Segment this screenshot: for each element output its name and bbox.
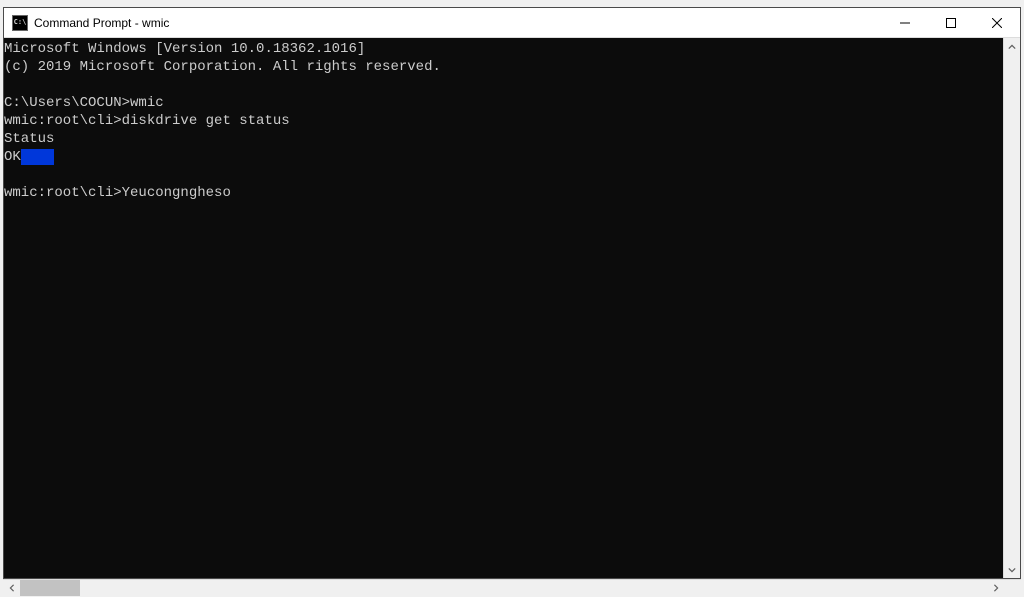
prompt-command: wmic: [130, 95, 164, 111]
command-prompt-window: C:\ Command Prompt - wmic Microsoft Wind…: [3, 7, 1021, 579]
output-value: OK: [4, 149, 21, 165]
prompt-prefix: wmic:root\cli>: [4, 185, 122, 201]
terminal-output[interactable]: Microsoft Windows [Version 10.0.18362.10…: [4, 38, 1003, 578]
scroll-right-button[interactable]: [987, 580, 1004, 596]
prompt-line-1: C:\Users\COCUN>wmic: [4, 95, 164, 111]
maximize-button[interactable]: [928, 8, 974, 37]
cmd-icon: C:\: [12, 15, 28, 31]
window-title: Command Prompt - wmic: [34, 16, 882, 30]
version-line: Microsoft Windows [Version 10.0.18362.10…: [4, 41, 365, 57]
prompt-line-2: wmic:root\cli>diskdrive get status: [4, 113, 290, 129]
output-row: OK: [4, 149, 54, 165]
horizontal-scroll-thumb[interactable]: [20, 580, 80, 596]
maximize-icon: [946, 18, 956, 28]
scrollbar-corner: [1004, 580, 1021, 596]
scroll-up-button[interactable]: [1004, 38, 1020, 55]
horizontal-scrollbar[interactable]: [3, 579, 1021, 596]
minimize-icon: [900, 18, 910, 28]
cmd-icon-label: C:\: [14, 19, 27, 26]
minimize-button[interactable]: [882, 8, 928, 37]
horizontal-scroll-track[interactable]: [20, 580, 987, 596]
prompt-line-3: wmic:root\cli>Yeucongngheso: [4, 185, 231, 201]
chevron-left-icon: [8, 584, 16, 592]
titlebar[interactable]: C:\ Command Prompt - wmic: [4, 8, 1020, 38]
terminal-area: Microsoft Windows [Version 10.0.18362.10…: [4, 38, 1020, 578]
vertical-scroll-track[interactable]: [1004, 55, 1020, 561]
chevron-down-icon: [1008, 566, 1016, 574]
output-header: Status: [4, 131, 54, 147]
selection-highlight: [21, 149, 55, 165]
window-controls: [882, 8, 1020, 37]
prompt-prefix: wmic:root\cli>: [4, 113, 122, 129]
scroll-down-button[interactable]: [1004, 561, 1020, 578]
prompt-command: diskdrive get status: [122, 113, 290, 129]
prompt-prefix: C:\Users\COCUN>: [4, 95, 130, 111]
close-button[interactable]: [974, 8, 1020, 37]
scroll-left-button[interactable]: [3, 580, 20, 596]
chevron-right-icon: [992, 584, 1000, 592]
chevron-up-icon: [1008, 43, 1016, 51]
vertical-scrollbar[interactable]: [1003, 38, 1020, 578]
close-icon: [992, 18, 1002, 28]
copyright-line: (c) 2019 Microsoft Corporation. All righ…: [4, 59, 441, 75]
prompt-command: Yeucongngheso: [122, 185, 231, 201]
